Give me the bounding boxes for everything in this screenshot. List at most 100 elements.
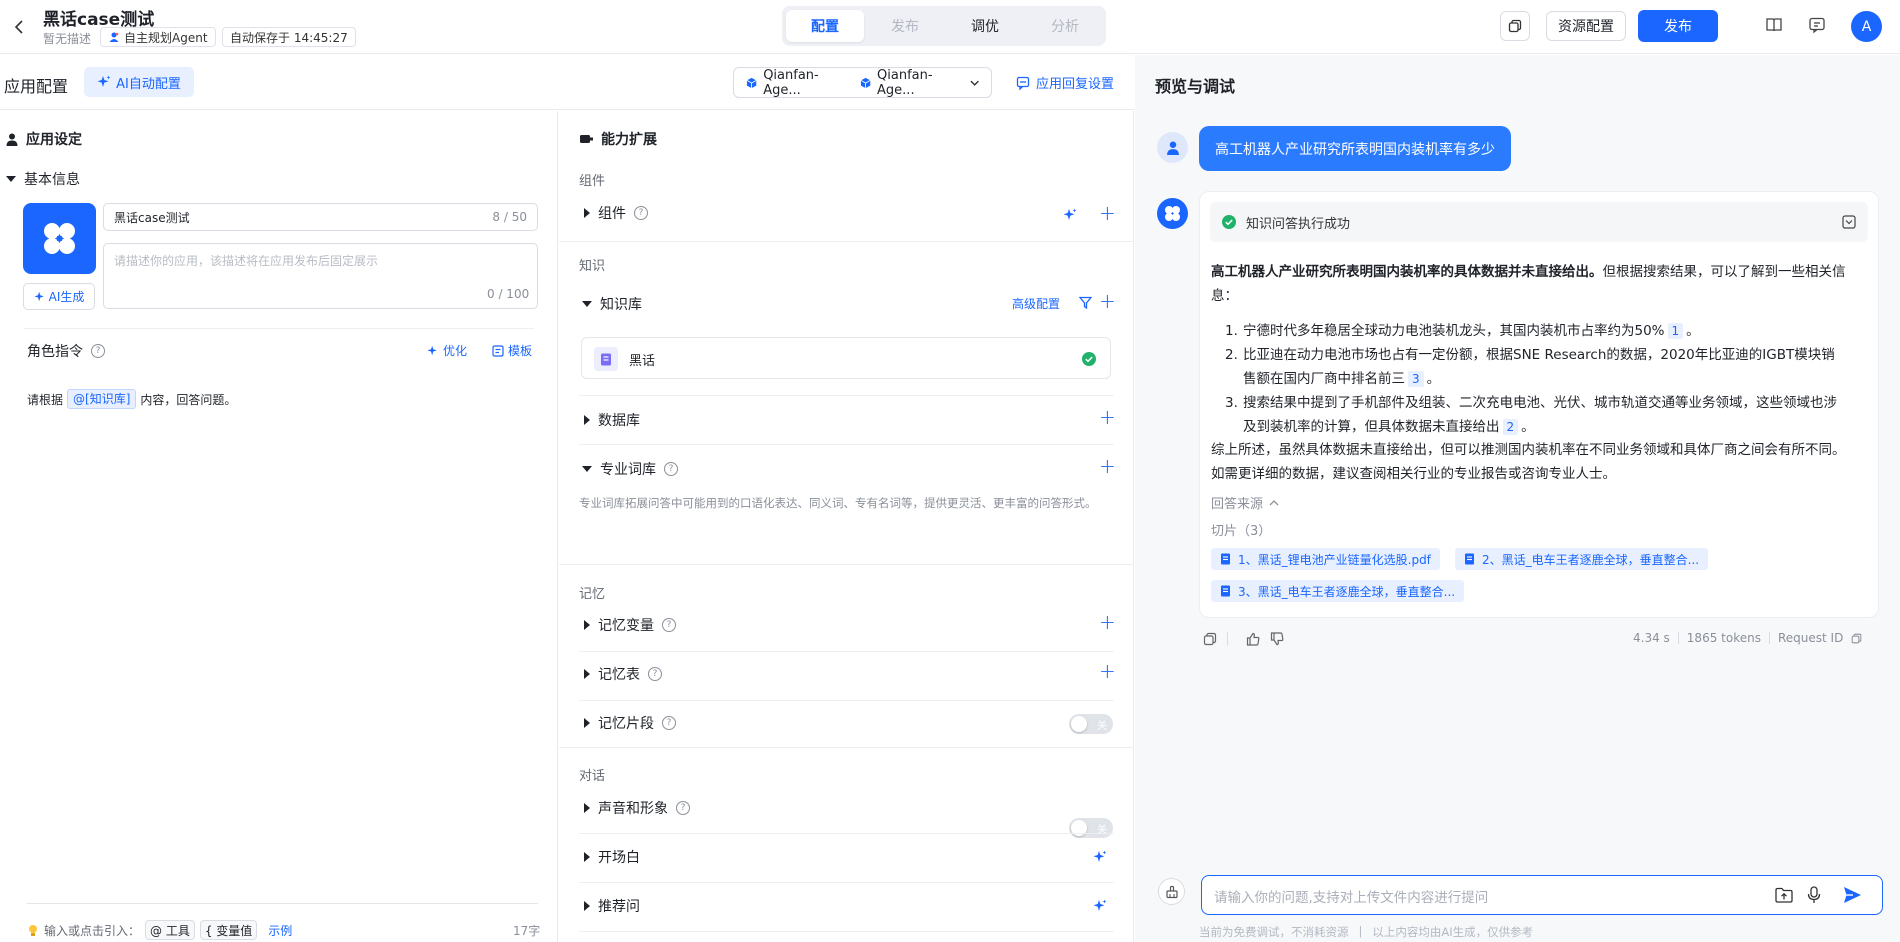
example-link[interactable]: 示例	[268, 922, 292, 939]
sparkle-icon[interactable]	[1093, 850, 1107, 864]
item-num: 3.	[1225, 395, 1238, 411]
source-chip[interactable]: 3、黑话_电车王者逐鹿全球，垂直整合...	[1211, 580, 1465, 602]
item-num: 1.	[1225, 323, 1238, 339]
copy-icon[interactable]	[1203, 632, 1217, 646]
add-knowledge-button[interactable]: +	[1099, 291, 1116, 311]
voice-avatar-toggle[interactable]: 声音和形象 ?	[584, 798, 690, 818]
docs-icon[interactable]	[1765, 16, 1783, 34]
switch-off-label: 关	[1097, 721, 1107, 732]
add-memory-variable-button[interactable]: +	[1099, 612, 1116, 632]
citation[interactable]: 3	[1408, 371, 1424, 387]
back-icon[interactable]	[8, 16, 30, 38]
avatar[interactable]: A	[1851, 11, 1882, 42]
citation[interactable]: 2	[1502, 419, 1519, 435]
help-icon[interactable]: ?	[634, 206, 648, 220]
reply-settings-link[interactable]: 应用回复设置	[1016, 73, 1114, 92]
knowledge-base-toggle[interactable]: 知识库	[582, 294, 642, 314]
app-description: 暂无描述	[43, 32, 92, 46]
instruction-editor[interactable]: 请根据 @[知识库] 内容，回答问题。	[27, 389, 236, 409]
help-icon[interactable]: ?	[664, 462, 678, 476]
source-chip[interactable]: 1、黑话_锂电池产业链量化选股.pdf	[1211, 548, 1440, 570]
copy-button[interactable]	[1500, 11, 1530, 41]
request-id[interactable]: Request ID	[1778, 631, 1843, 645]
expand-icon	[584, 852, 590, 862]
sparkle-icon[interactable]	[1093, 899, 1107, 913]
help-icon[interactable]: ?	[648, 667, 662, 681]
app-description-input[interactable]: 请描述你的应用，该描述将在应用发布后固定展示	[103, 243, 538, 309]
glossary-toggle[interactable]: 专业词库 ?	[582, 459, 678, 479]
memory-fragment-toggle[interactable]: 记忆片段 ?	[584, 713, 676, 733]
chevron-down-icon	[970, 80, 979, 86]
insert-tool-button[interactable]: @ 工具	[145, 920, 195, 940]
item-text-cont: 售额在国内厂商中排名前三	[1243, 371, 1405, 387]
divider	[579, 931, 1114, 932]
knowledge-reference-chip[interactable]: @[知识库]	[67, 389, 137, 409]
add-memory-table-button[interactable]: +	[1099, 661, 1116, 681]
publish-button[interactable]: 发布	[1638, 10, 1718, 42]
add-component-button[interactable]: +	[1099, 203, 1116, 223]
ai-auto-config-button[interactable]: AI自动配置	[84, 67, 194, 97]
thumbs-down-icon[interactable]	[1270, 632, 1284, 646]
tab-config[interactable]: 配置	[786, 10, 864, 42]
ability-title-label: 能力扩展	[601, 132, 657, 148]
group-dialog: 对话	[579, 769, 606, 784]
help-icon[interactable]: ?	[662, 716, 676, 730]
upload-folder-icon[interactable]	[1775, 887, 1793, 903]
collapse-box-icon[interactable]	[1842, 215, 1856, 229]
memory-table-toggle[interactable]: 记忆表 ?	[584, 664, 662, 684]
answer-source-toggle[interactable]: 回答来源	[1211, 493, 1279, 512]
divider	[579, 651, 1114, 652]
database-toggle[interactable]: 数据库	[584, 410, 640, 430]
kb-advanced-link[interactable]: 高级配置	[1012, 295, 1060, 312]
optimize-button[interactable]: 优化	[427, 342, 467, 359]
settings-title-label: 应用设定	[26, 132, 82, 148]
help-icon[interactable]: ?	[662, 618, 676, 632]
app-name-input[interactable]: 黑话case测试 8 / 50	[103, 203, 538, 231]
answer-source-label: 回答来源	[1211, 497, 1264, 512]
disclaimer-ai: 以上内容均由AI生成，仅供参考	[1372, 925, 1534, 939]
model-select[interactable]: Qianfan-Age... Qianfan-Age...	[733, 67, 992, 98]
thumbs-up-icon[interactable]	[1246, 632, 1260, 646]
kb-item[interactable]: 黑话	[581, 337, 1111, 379]
basic-info-label: 基本信息	[24, 172, 80, 188]
add-database-button[interactable]: +	[1099, 407, 1116, 427]
database-label: 数据库	[598, 413, 640, 429]
help-icon[interactable]: ?	[91, 344, 105, 358]
disclaimer: 当前为免费调试，不消耗资源 | 以上内容均由AI生成，仅供参考	[1199, 924, 1533, 940]
tab-analysis[interactable]: 分析	[1026, 10, 1104, 42]
feedback-icon[interactable]	[1808, 16, 1826, 34]
chat-input[interactable]: 请输入你的问题,支持对上传文件内容进行提问	[1201, 875, 1883, 915]
opening-toggle[interactable]: 开场白	[584, 847, 640, 867]
memory-fragment-switch[interactable]: 关	[1069, 714, 1113, 734]
source-chip[interactable]: 2、黑话_电车王者逐鹿全球，垂直整合...	[1455, 548, 1709, 570]
voice-avatar-switch[interactable]: 关	[1069, 818, 1113, 838]
filter-icon[interactable]	[1079, 296, 1092, 309]
copy-icon[interactable]	[1851, 633, 1862, 644]
model-b-label: Qianfan-Age...	[877, 67, 933, 98]
preview-title: 预览与调试	[1155, 77, 1236, 96]
template-button[interactable]: 模板	[492, 342, 532, 359]
ai-config-label: AI自动配置	[116, 76, 181, 92]
tab-tune[interactable]: 调优	[946, 10, 1024, 42]
citation[interactable]: 1	[1667, 323, 1684, 339]
sparkle-icon[interactable]	[1063, 208, 1077, 222]
resource-config-button[interactable]: 资源配置	[1546, 11, 1626, 41]
tool-status-card[interactable]: 知识问答执行成功	[1210, 202, 1868, 242]
preview-panel: 预览与调试 高工机器人产业研究所表明国内装机率有多少 知识问答执行成功 高工机器…	[1135, 55, 1900, 942]
recommend-toggle[interactable]: 推荐问	[584, 896, 640, 916]
ai-generate-button[interactable]: AI生成	[23, 283, 95, 310]
answer-summary: 综上所述，虽然具体数据未直接给出，但可以推测国内装机率在不同业务领域和具体厂商之…	[1211, 438, 1876, 486]
item-text: 比亚迪在动力电池市场也占有一定份额，根据SNE Research的数据，2020…	[1243, 347, 1835, 363]
tab-publish[interactable]: 发布	[866, 10, 944, 42]
help-icon[interactable]: ?	[676, 801, 690, 815]
glossary-label: 专业词库	[600, 462, 656, 478]
memory-variable-toggle[interactable]: 记忆变量 ?	[584, 615, 676, 635]
basic-info-toggle[interactable]: 基本信息	[6, 169, 80, 189]
component-toggle[interactable]: 组件 ?	[584, 203, 648, 223]
add-glossary-button[interactable]: +	[1099, 456, 1116, 476]
microphone-icon[interactable]	[1807, 886, 1821, 904]
send-icon[interactable]	[1842, 885, 1862, 905]
insert-variable-button[interactable]: { 变量值	[199, 920, 258, 940]
app-icon[interactable]	[23, 203, 96, 274]
clear-chat-button[interactable]	[1158, 878, 1185, 905]
